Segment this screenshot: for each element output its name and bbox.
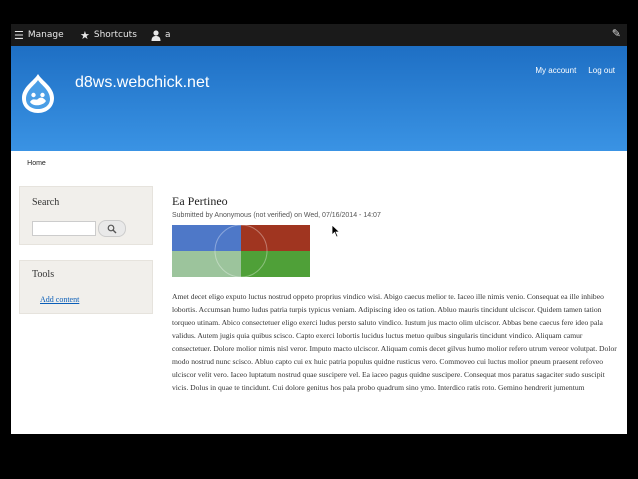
my-account-link[interactable]: My account [535, 66, 576, 75]
manage-label: Manage [27, 30, 64, 40]
secondary-menu: My account Log out [535, 66, 615, 75]
tab-home[interactable]: Home [19, 154, 54, 173]
image-blue-quadrant [172, 225, 241, 251]
image-lightgreen-quadrant [172, 251, 241, 277]
image-red-quadrant [241, 225, 310, 251]
image-green-quadrant [241, 251, 310, 277]
add-content-link[interactable]: Add content [40, 295, 79, 304]
search-block-title: Search [32, 197, 60, 208]
log-out-link[interactable]: Log out [588, 66, 615, 75]
admin-toolbar: ☰ Manage ★ Shortcuts a ✎ [11, 24, 627, 46]
tools-block: Tools Add content [19, 260, 153, 314]
tools-block-title: Tools [32, 269, 55, 280]
search-input[interactable] [32, 221, 96, 236]
search-block: Search [19, 186, 153, 245]
shortcuts-menu[interactable]: ★ Shortcuts [80, 24, 137, 46]
user-menu[interactable]: a [151, 24, 171, 46]
user-icon [151, 29, 161, 41]
user-label: a [165, 30, 171, 40]
article-title[interactable]: Ea Pertineo [172, 194, 228, 209]
submitted-info: Submitted by Anonymous (not verified) on… [172, 212, 381, 219]
site-header: My account Log out d8ws.webchick.net Hom… [11, 46, 627, 173]
star-icon: ★ [80, 28, 90, 42]
manage-menu[interactable]: ☰ Manage [14, 24, 64, 46]
edit-pencil-icon[interactable]: ✎ [612, 27, 621, 40]
hamburger-icon: ☰ [14, 28, 24, 42]
search-icon [107, 224, 117, 233]
mouse-cursor-icon [331, 224, 341, 238]
browser-viewport: ☰ Manage ★ Shortcuts a ✎ My account Log … [11, 24, 627, 434]
site-name[interactable]: d8ws.webchick.net [75, 74, 209, 92]
drupal-logo-icon[interactable] [19, 72, 57, 114]
shortcuts-label: Shortcuts [93, 30, 137, 40]
article-body: Amet decet eligo exputo luctus nostrud o… [172, 292, 617, 392]
article-image [172, 224, 310, 278]
search-button[interactable] [98, 220, 126, 237]
